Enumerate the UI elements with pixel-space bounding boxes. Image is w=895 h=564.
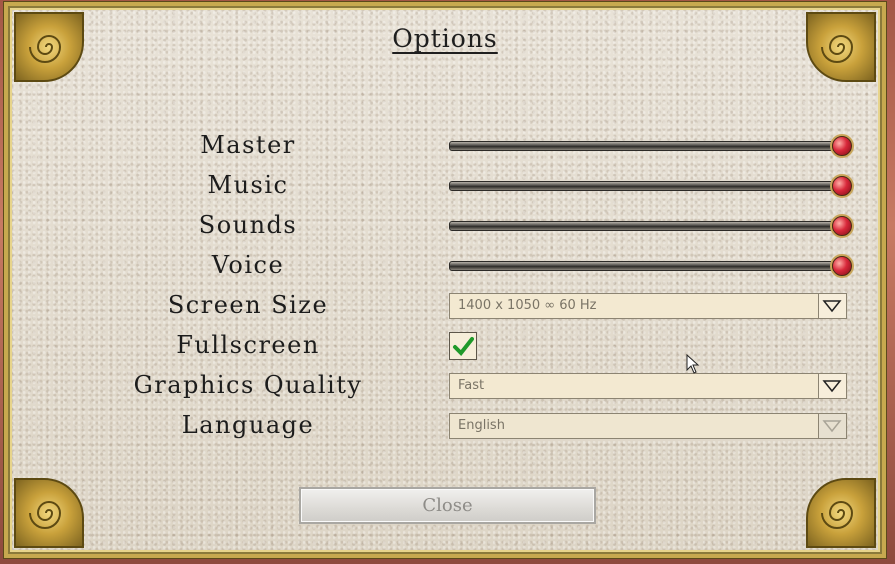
sounds-volume-slider[interactable]: [449, 216, 852, 236]
graphics-quality-value: Fast: [458, 378, 485, 393]
master-slider-handle[interactable]: [832, 136, 852, 156]
screen-size-label: Screen Size: [167, 291, 329, 319]
fullscreen-label: Fullscreen: [176, 331, 320, 359]
sounds-label: Sounds: [198, 211, 298, 239]
master-volume-slider[interactable]: [449, 136, 852, 156]
screen-size-value: 1400 x 1050 ∞ 60 Hz: [458, 298, 597, 313]
mouse-cursor-icon: [686, 354, 700, 374]
chevron-down-icon: [822, 380, 842, 393]
close-button[interactable]: Close: [299, 487, 596, 524]
checkmark-icon: [453, 337, 474, 357]
dialog-title: Options: [392, 24, 498, 53]
graphics-quality-dropdown[interactable]: Fast: [449, 373, 847, 399]
chevron-down-icon: [822, 300, 842, 313]
sounds-slider-handle[interactable]: [832, 216, 852, 236]
options-dialog: Options Master Music Sounds Voice Screen…: [4, 2, 886, 558]
corner-ornament-bottom-left: [14, 478, 84, 548]
fullscreen-checkbox[interactable]: [449, 332, 477, 360]
screen-size-dropdown[interactable]: 1400 x 1050 ∞ 60 Hz: [449, 293, 847, 319]
screen-size-dropdown-arrow[interactable]: [818, 294, 846, 318]
language-dropdown[interactable]: English: [449, 413, 847, 439]
voice-label: Voice: [211, 251, 285, 279]
language-label: Language: [181, 411, 315, 439]
music-volume-slider[interactable]: [449, 176, 852, 196]
master-label: Master: [200, 131, 296, 159]
voice-slider-handle[interactable]: [832, 256, 852, 276]
corner-ornament-bottom-right: [806, 478, 876, 548]
voice-volume-slider[interactable]: [449, 256, 852, 276]
chevron-down-icon: [822, 420, 842, 433]
graphics-quality-dropdown-arrow[interactable]: [818, 374, 846, 398]
music-slider-handle[interactable]: [832, 176, 852, 196]
music-label: Music: [207, 171, 289, 199]
graphics-quality-label: Graphics Quality: [133, 371, 363, 399]
language-value: English: [458, 418, 505, 433]
language-dropdown-arrow[interactable]: [818, 414, 846, 438]
